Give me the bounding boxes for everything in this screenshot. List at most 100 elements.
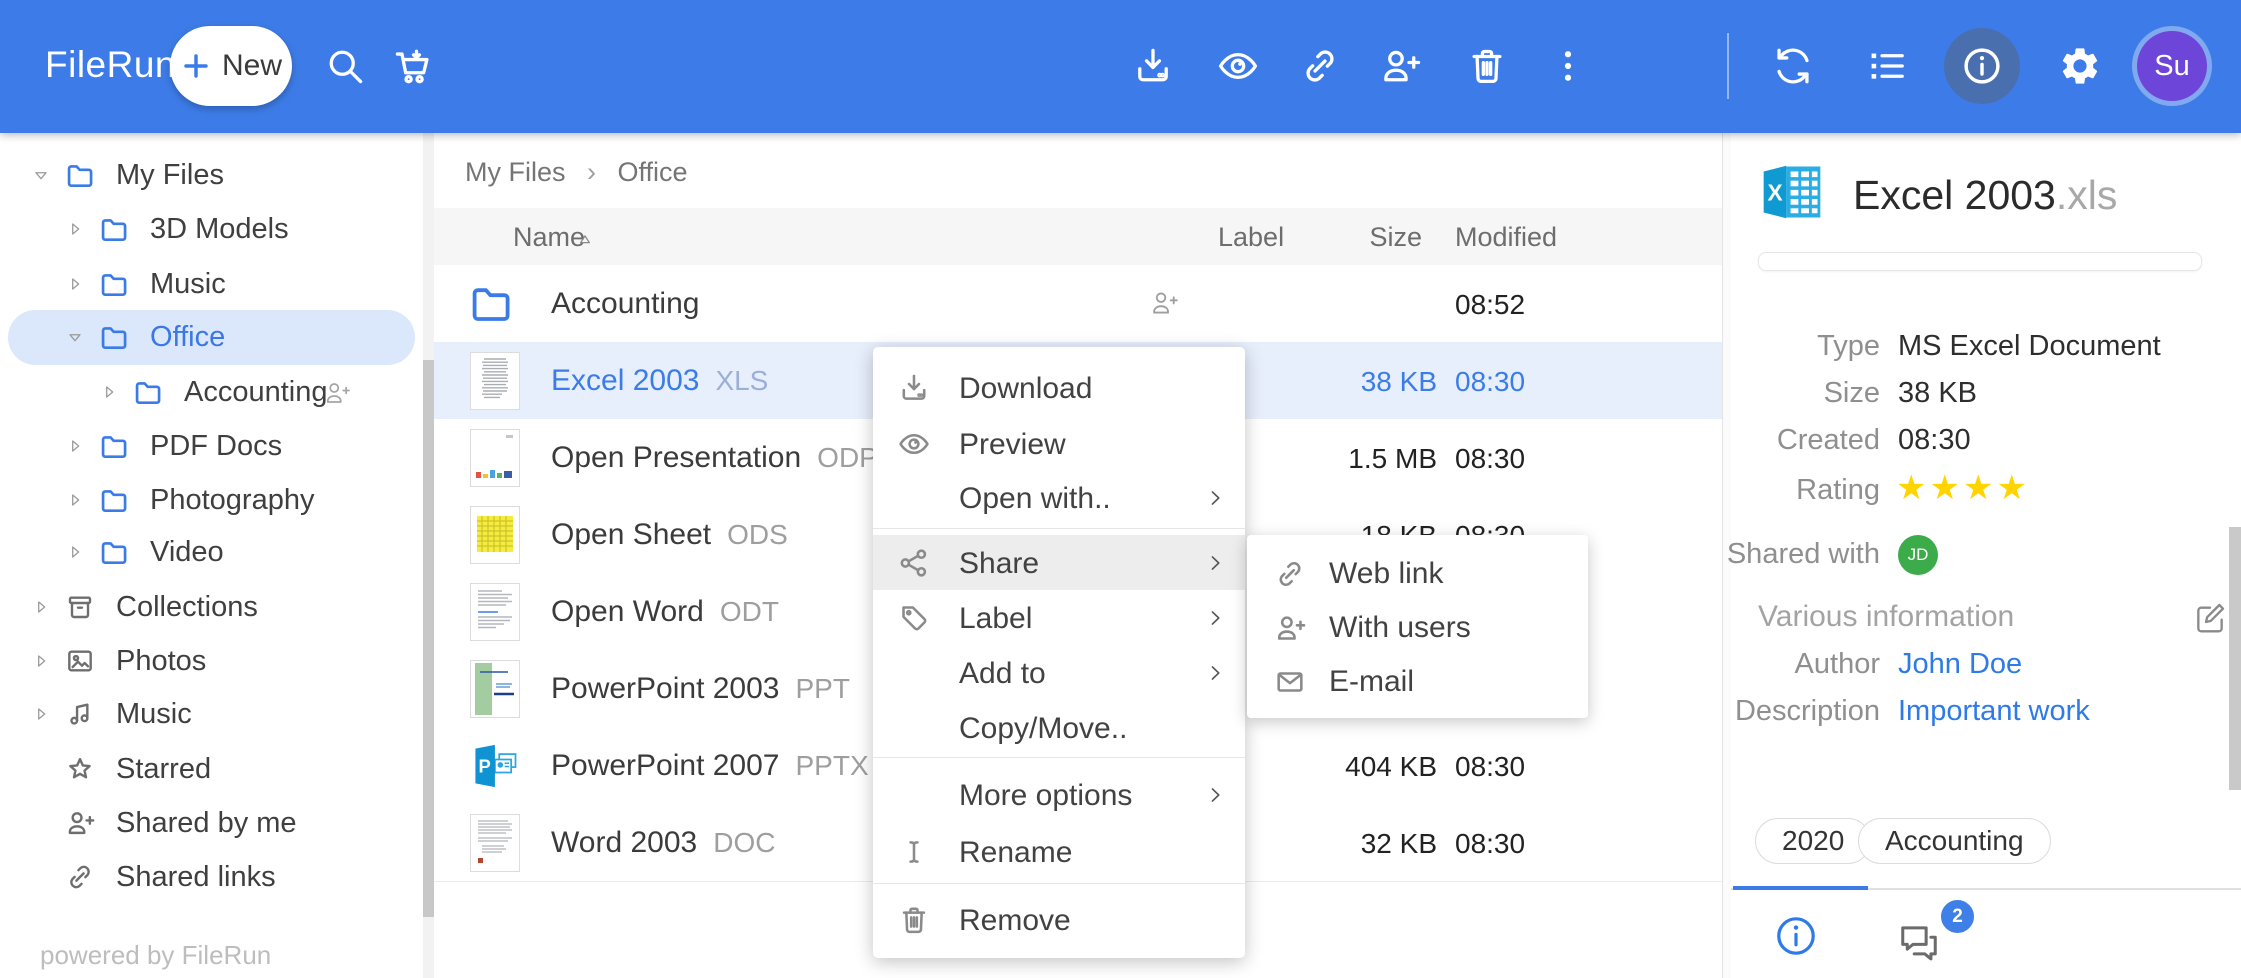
column-header-size[interactable]: Size <box>1300 222 1422 253</box>
field-value-author-link[interactable]: John Doe <box>1898 648 2022 681</box>
sidebar-item-pdf-docs[interactable]: PDF Docs <box>0 419 423 473</box>
caret-right-icon[interactable] <box>30 596 52 618</box>
file-extension: ODT <box>720 596 779 627</box>
sidebar-item-my-files[interactable]: My Files <box>0 148 423 202</box>
file-name: Open WordODT <box>551 595 779 629</box>
file-size: 38 KB <box>1280 366 1437 398</box>
user-avatar[interactable]: Su <box>2137 31 2207 101</box>
sort-ascending-icon[interactable] <box>574 228 596 250</box>
file-name: Word 2003DOC <box>551 826 775 860</box>
rating-stars[interactable]: ★★★★ <box>1896 468 2030 508</box>
sidebar-item-shared-by-me[interactable]: Shared by me <box>0 796 423 850</box>
star-icon[interactable]: ★ <box>1963 469 1996 507</box>
sidebar-tree: My Files 3D Models Music Office Accounti… <box>0 133 434 978</box>
folder-icon <box>132 376 164 408</box>
tag-accounting[interactable]: Accounting <box>1858 818 2051 864</box>
menu-item-preview[interactable]: Preview <box>873 416 1245 471</box>
tab-info-icon[interactable] <box>1772 912 1820 960</box>
sidebar-item-photography[interactable]: Photography <box>0 473 423 527</box>
caret-right-icon[interactable] <box>30 703 52 725</box>
tab-comments-icon[interactable] <box>1893 916 1945 968</box>
chevron-right-icon <box>1201 484 1229 512</box>
submenu-item-email[interactable]: E-mail <box>1247 654 1588 708</box>
trash-icon <box>897 903 931 937</box>
menu-item-download[interactable]: Download <box>873 360 1245 415</box>
menu-item-add-to[interactable]: Add to <box>873 645 1245 700</box>
caret-right-icon[interactable] <box>64 218 86 240</box>
sidebar-item-video[interactable]: Video <box>0 525 423 579</box>
download-icon[interactable] <box>1131 44 1175 88</box>
sidebar-item-3d-models[interactable]: 3D Models <box>0 202 423 256</box>
sidebar-item-photos[interactable]: Photos <box>0 634 423 688</box>
trash-icon[interactable] <box>1465 44 1509 88</box>
star-icon[interactable]: ★ <box>1896 469 1929 507</box>
sidebar-item-music-folder[interactable]: Music <box>0 257 423 311</box>
file-name: PowerPoint 2003PPT <box>551 672 850 706</box>
sidebar-item-collections[interactable]: Collections <box>0 580 423 634</box>
menu-item-rename[interactable]: Rename <box>873 824 1245 879</box>
edit-pencil-icon[interactable] <box>2190 598 2230 638</box>
info-panel-toggle-button[interactable] <box>1944 28 2020 104</box>
search-icon[interactable] <box>323 44 367 88</box>
add-user-icon[interactable] <box>1378 44 1422 88</box>
new-button[interactable]: New <box>170 26 292 106</box>
more-dots-icon[interactable] <box>1546 44 1590 88</box>
sidebar-item-starred[interactable]: Starred <box>0 742 423 796</box>
menu-item-open-with[interactable]: Open with.. <box>873 470 1245 525</box>
caret-right-icon[interactable] <box>64 541 86 563</box>
field-label-description: Description <box>1700 695 1880 728</box>
file-name: Accounting <box>551 287 699 321</box>
menu-item-remove[interactable]: Remove <box>873 892 1245 947</box>
star-icon[interactable]: ★ <box>1929 469 1962 507</box>
gear-icon[interactable] <box>2058 44 2102 88</box>
caret-right-icon[interactable] <box>64 273 86 295</box>
sidebar-item-shared-links[interactable]: Shared links <box>0 850 423 904</box>
breadcrumb-my-files[interactable]: My Files <box>465 157 566 187</box>
table-row-accounting[interactable]: Accounting 08:52 <box>434 265 1722 343</box>
caret-down-icon[interactable] <box>64 326 86 348</box>
link-icon[interactable] <box>1298 44 1342 88</box>
add-user-icon <box>64 807 96 839</box>
column-header-label[interactable]: Label <box>1218 222 1284 253</box>
menu-item-share[interactable]: Share <box>873 535 1245 590</box>
comments-count-badge: 2 <box>1938 897 1977 936</box>
sidebar-item-office[interactable]: Office <box>0 310 423 364</box>
collections-icon <box>64 591 96 623</box>
sidebar-scrollbar-thumb[interactable] <box>423 360 434 917</box>
breadcrumb-office[interactable]: Office <box>618 157 688 187</box>
caret-right-icon[interactable] <box>98 381 120 403</box>
sidebar-item-music-library[interactable]: Music <box>0 687 423 741</box>
shared-user-avatar[interactable]: JD <box>1898 535 1938 575</box>
sidebar-item-label: Photos <box>116 645 206 677</box>
menu-item-more-options[interactable]: More options <box>873 767 1245 822</box>
file-thumbnail <box>470 429 520 487</box>
file-thumbnail <box>470 352 520 410</box>
add-user-icon <box>1273 611 1307 645</box>
breadcrumb: My Files › Office <box>465 157 688 188</box>
caret-right-icon[interactable] <box>64 435 86 457</box>
app-logo[interactable]: FileRun <box>45 44 176 86</box>
field-label-type: Type <box>1700 330 1880 363</box>
submenu-item-with-users[interactable]: With users <box>1247 600 1588 654</box>
column-header-modified[interactable]: Modified <box>1455 222 1557 253</box>
tag-2020[interactable]: 2020 <box>1755 818 1871 864</box>
sidebar-item-accounting[interactable]: Accounting <box>0 365 423 419</box>
caret-right-icon[interactable] <box>30 650 52 672</box>
panel-scrollbar-thumb[interactable] <box>2229 527 2241 790</box>
shared-badge-icon <box>1148 287 1180 319</box>
caret-down-icon[interactable] <box>30 164 52 186</box>
file-extension: ODP <box>817 442 878 473</box>
list-view-icon[interactable] <box>1865 44 1909 88</box>
menu-item-label[interactable]: Label <box>873 590 1245 645</box>
caret-right-icon[interactable] <box>64 489 86 511</box>
sidebar-item-label: Video <box>150 536 224 568</box>
refresh-icon[interactable] <box>1771 44 1815 88</box>
cart-icon[interactable] <box>391 44 435 88</box>
menu-item-copy-move[interactable]: Copy/Move.. <box>873 700 1245 755</box>
star-icon[interactable]: ★ <box>1996 469 2029 507</box>
preview-eye-icon[interactable] <box>1216 44 1260 88</box>
field-value-description-link[interactable]: Important work <box>1898 695 2090 728</box>
folder-icon <box>467 279 515 327</box>
share-submenu: Web link With users E-mail <box>1247 535 1588 718</box>
submenu-item-web-link[interactable]: Web link <box>1247 546 1588 600</box>
